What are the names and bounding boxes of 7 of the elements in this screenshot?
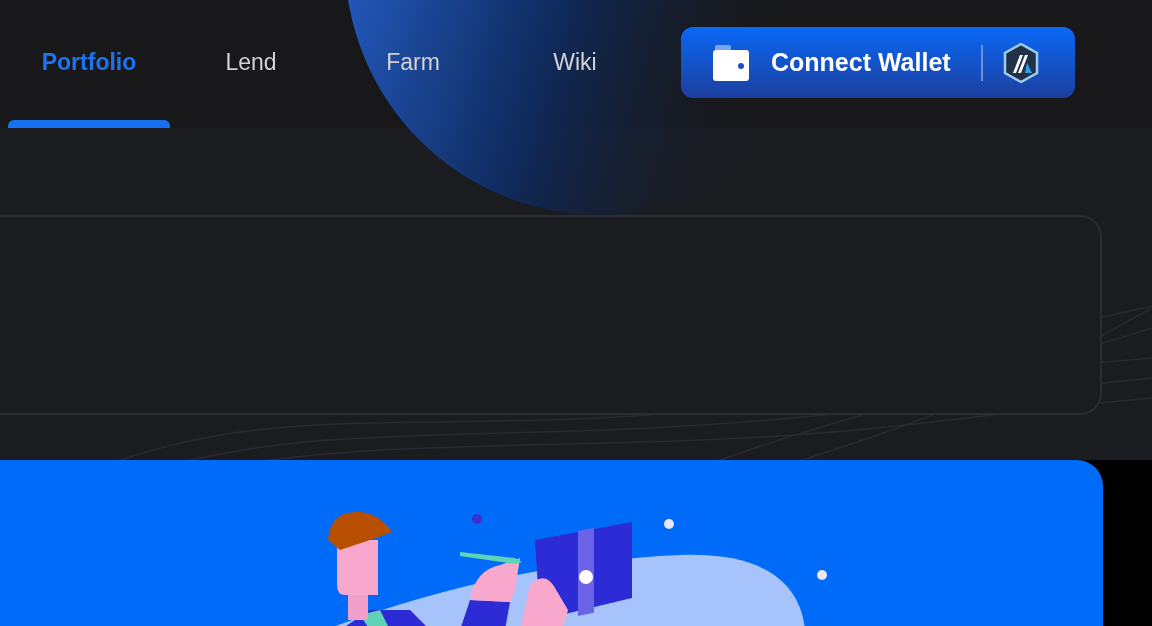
hexagon-logo-icon <box>1002 42 1039 83</box>
nav-tab[interactable]: Farm <box>332 0 494 128</box>
nav-tab[interactable]: Portfolio <box>8 0 170 128</box>
nav-tab[interactable]: Wiki <box>494 0 656 128</box>
connect-wallet-button[interactable]: Connect Wallet <box>681 27 1075 98</box>
wallet-icon <box>713 44 749 81</box>
nav-tab[interactable]: Lend <box>170 0 332 128</box>
